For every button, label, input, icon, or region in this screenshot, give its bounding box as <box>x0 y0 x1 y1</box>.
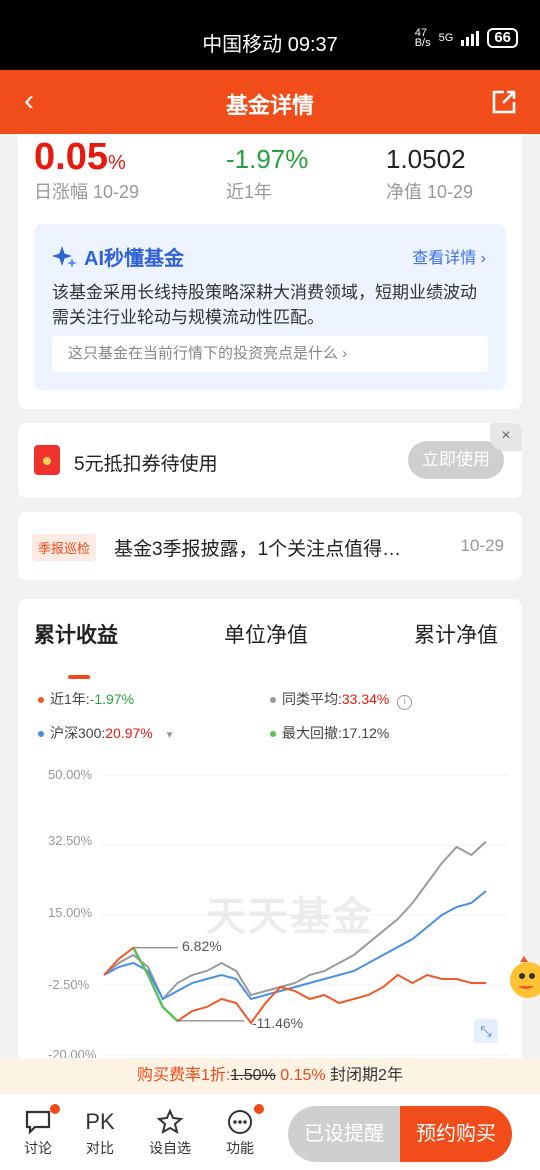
bottom-action-bar: 讨论 PK 对比 设自选 功能 已设提醒 预约购买 <box>0 1094 540 1170</box>
coupon-text: 5元抵扣券待使用 <box>74 454 218 475</box>
summary-card: 0.05% 日涨幅 10-29 -1.97% 近1年 1.0502 净值 10-… <box>18 134 522 409</box>
chat-icon <box>12 1104 64 1138</box>
year-change: -1.97% <box>226 144 309 174</box>
annotation-low: -11.46% <box>252 1015 304 1031</box>
star-plus-icon <box>144 1106 196 1138</box>
tab-cumulative-nav[interactable]: 累计净值 <box>414 619 498 649</box>
buy-button[interactable]: 预约购买 <box>400 1106 512 1162</box>
legend-drawdown: 最大回撤:17.12% <box>270 723 389 743</box>
watchlist-button[interactable]: 设自选 <box>144 1106 196 1158</box>
pk-icon: PK <box>85 1109 115 1134</box>
close-icon[interactable]: × <box>490 423 522 451</box>
ai-summary-box: AI秒懂基金 查看详情 › 该基金采用长线持股策略深耕大消费领域，短期业绩波动需… <box>34 224 506 390</box>
net-speed: 47 B/s <box>414 27 431 49</box>
ai-detail-link[interactable]: 查看详情 › <box>412 244 486 268</box>
mascot-icon[interactable] <box>506 954 540 1002</box>
tab-indicator <box>68 675 90 679</box>
expand-icon[interactable]: ⤡ <box>474 1019 498 1043</box>
daily-change: 0.05% <box>34 136 126 178</box>
summary-stats: 0.05% 日涨幅 10-29 -1.97% 近1年 1.0502 净值 10-… <box>18 134 522 224</box>
battery-icon: 66 <box>487 28 518 48</box>
report-text: 基金3季报披露，1个关注点值得… <box>114 539 402 560</box>
status-bar: 中国移动 09:37 47 B/s 5G 66 <box>0 0 540 70</box>
compare-button[interactable]: PK 对比 <box>74 1106 126 1158</box>
sparkle-icon <box>52 245 77 268</box>
tab-unit-nav[interactable]: 单位净值 <box>224 619 308 649</box>
coupon-card: 5元抵扣券待使用 立即使用 × <box>18 423 522 498</box>
annotation-high: 6.82% <box>182 938 222 954</box>
ai-title: AI秒懂基金 <box>52 242 184 271</box>
info-icon[interactable]: i <box>397 695 413 710</box>
functions-button[interactable]: 功能 <box>214 1104 266 1158</box>
network-type: 5G <box>438 32 454 44</box>
report-card[interactable]: 季报巡检 基金3季报披露，1个关注点值得… 10-29 <box>18 512 522 580</box>
reminder-button[interactable]: 已设提醒 <box>288 1106 400 1162</box>
discuss-button[interactable]: 讨论 <box>12 1104 64 1158</box>
page-title: 基金详情 <box>225 93 314 118</box>
more-icon <box>214 1104 266 1138</box>
ai-summary-text: 该基金采用长线持股策略深耕大消费领域，短期业绩波动需关注行业轮动与规模流动性匹配… <box>52 283 477 327</box>
legend-peer: 同类平均:33.34% i <box>270 689 413 710</box>
year-change-label: 近1年 <box>226 182 273 202</box>
fee-bar: 购买费率1折:1.50% 0.15% 封闭期2年 <box>0 1058 540 1094</box>
caret-down-icon[interactable]: ▼ <box>165 730 175 741</box>
nav-value-label: 净值 10-29 <box>386 182 474 202</box>
watermark: 天天基金 <box>206 895 374 939</box>
chart-card: 累计收益 单位净值 累计净值 近1年:-1.97% 同类平均:33.34% i … <box>18 599 522 1069</box>
daily-change-label: 日涨幅 10-29 <box>34 182 140 202</box>
signal-icon <box>461 30 480 46</box>
report-date: 10-29 <box>460 536 504 555</box>
nav-value: 1.0502 <box>386 144 466 174</box>
use-coupon-button[interactable]: 立即使用 <box>408 441 504 479</box>
report-tag: 季报巡检 <box>32 534 97 561</box>
ai-question-input[interactable]: 这只基金在当前行情下的投资亮点是什么 › <box>52 336 488 372</box>
status-icons: 47 B/s 5G 66 <box>414 27 518 49</box>
nav-bar: ‹ 基金详情 <box>0 70 540 134</box>
tab-cumulative-return[interactable]: 累计收益 <box>34 619 118 649</box>
share-icon[interactable] <box>490 88 518 116</box>
legend-index[interactable]: 沪深300:20.97% ▼ <box>38 723 175 743</box>
red-packet-icon <box>34 445 60 475</box>
legend-fund: 近1年:-1.97% <box>38 689 134 709</box>
